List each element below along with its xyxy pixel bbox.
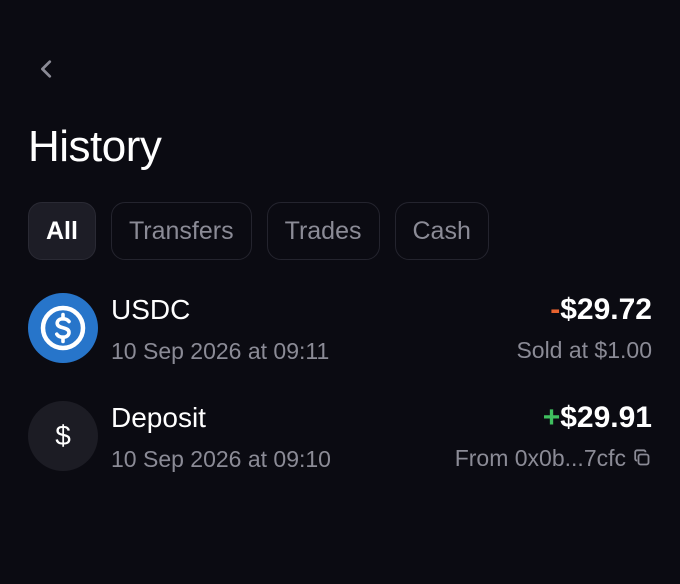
amount-value: $29.72: [560, 293, 652, 326]
transaction-detail: Sold at $1.00: [516, 335, 652, 365]
transaction-row[interactable]: USDC 10 Sep 2026 at 09:11 -$29.72 Sold a…: [28, 290, 652, 398]
transaction-detail-text: Sold at $1.00: [516, 337, 652, 363]
transaction-date: 10 Sep 2026 at 09:11: [111, 338, 330, 364]
transaction-amount: -$29.72: [516, 291, 652, 329]
amount-value: $29.91: [560, 401, 652, 434]
copy-icon[interactable]: [632, 448, 652, 468]
chevron-left-icon: [41, 60, 52, 78]
back-button[interactable]: [30, 52, 64, 86]
transaction-amount-block: +$29.91 From 0x0b...7cfc: [455, 398, 652, 473]
tab-transfers[interactable]: Transfers: [110, 202, 252, 260]
transaction-row[interactable]: $ Deposit 10 Sep 2026 at 09:10 +$29.91 F…: [28, 398, 652, 506]
tab-all[interactable]: All: [28, 202, 96, 260]
tab-cash[interactable]: Cash: [394, 202, 489, 260]
filter-tabs: All Transfers Trades Cash: [28, 202, 489, 260]
transaction-amount-block: -$29.72 Sold at $1.00: [516, 290, 652, 365]
transaction-name: USDC: [111, 294, 191, 325]
transaction-date: 10 Sep 2026 at 09:10: [111, 446, 331, 472]
transaction-amount: +$29.91: [455, 399, 652, 437]
transaction-info: USDC 10 Sep 2026 at 09:11: [111, 290, 516, 366]
usdc-coin-icon: [28, 293, 98, 363]
transaction-list: USDC 10 Sep 2026 at 09:11 -$29.72 Sold a…: [28, 290, 652, 506]
dollar-icon: $: [28, 401, 98, 471]
amount-sign: +: [542, 401, 561, 434]
transaction-detail-text: From 0x0b...7cfc: [454, 445, 626, 471]
history-screen: History All Transfers Trades Cash USDC 1…: [0, 0, 680, 584]
page-title: History: [28, 122, 162, 171]
tab-trades[interactable]: Trades: [266, 202, 380, 260]
transaction-detail: From 0x0b...7cfc: [455, 443, 652, 473]
transaction-name: Deposit: [111, 402, 206, 433]
amount-sign: -: [550, 293, 561, 326]
transaction-info: Deposit 10 Sep 2026 at 09:10: [111, 398, 455, 474]
